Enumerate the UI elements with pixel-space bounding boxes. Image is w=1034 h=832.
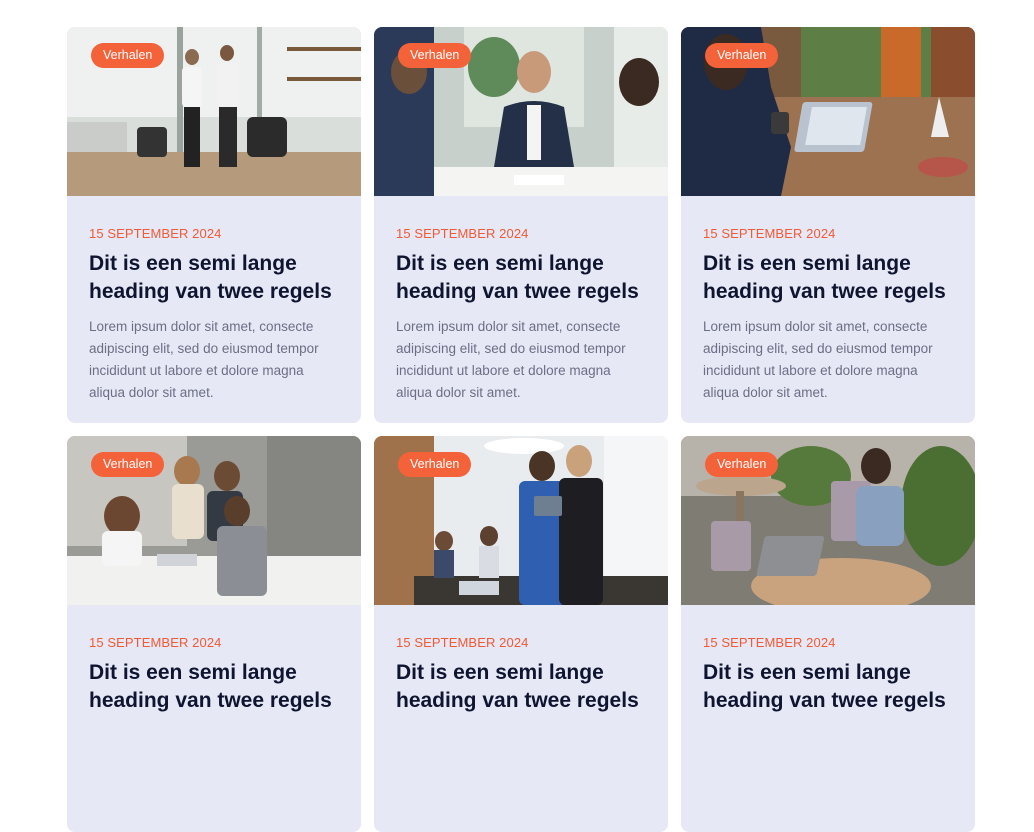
card-title[interactable]: Dit is een semi lange heading van twee r… bbox=[89, 659, 339, 715]
blog-card-grid: Verhalen 15 SEPTEMBER 2024 Dit is een se… bbox=[67, 27, 975, 832]
card-image[interactable]: Verhalen bbox=[67, 436, 361, 605]
card-title[interactable]: Dit is een semi lange heading van twee r… bbox=[396, 659, 646, 715]
category-badge[interactable]: Verhalen bbox=[91, 452, 165, 477]
blog-card[interactable]: Verhalen 15 SEPTEMBER 2024 Dit is een se… bbox=[374, 27, 668, 423]
card-title[interactable]: Dit is een semi lange heading van twee r… bbox=[396, 250, 646, 306]
category-badge[interactable]: Verhalen bbox=[705, 43, 779, 68]
category-badge[interactable]: Verhalen bbox=[398, 43, 472, 68]
card-date: 15 SEPTEMBER 2024 bbox=[89, 635, 222, 650]
card-date: 15 SEPTEMBER 2024 bbox=[703, 226, 836, 241]
blog-card[interactable]: Verhalen 15 SEPTEMBER 2024 Dit is een se… bbox=[67, 436, 361, 832]
blog-card[interactable]: Verhalen 15 SEPTEMBER 2024 Dit is een se… bbox=[374, 436, 668, 832]
blog-card[interactable]: Verhalen 15 SEPTEMBER 2024 Dit is een se… bbox=[681, 436, 975, 832]
card-image[interactable]: Verhalen bbox=[374, 27, 668, 196]
card-image[interactable]: Verhalen bbox=[67, 27, 361, 196]
card-image[interactable]: Verhalen bbox=[374, 436, 668, 605]
category-badge[interactable]: Verhalen bbox=[398, 452, 472, 477]
card-image[interactable]: Verhalen bbox=[681, 27, 975, 196]
card-title[interactable]: Dit is een semi lange heading van twee r… bbox=[703, 250, 953, 306]
card-image[interactable]: Verhalen bbox=[681, 436, 975, 605]
card-title[interactable]: Dit is een semi lange heading van twee r… bbox=[703, 659, 953, 715]
card-date: 15 SEPTEMBER 2024 bbox=[396, 635, 529, 650]
category-badge[interactable]: Verhalen bbox=[91, 43, 165, 68]
card-excerpt: Lorem ipsum dolor sit amet, consecte adi… bbox=[396, 319, 626, 400]
card-date: 15 SEPTEMBER 2024 bbox=[703, 635, 836, 650]
card-date: 15 SEPTEMBER 2024 bbox=[89, 226, 222, 241]
blog-card[interactable]: Verhalen 15 SEPTEMBER 2024 Dit is een se… bbox=[681, 27, 975, 423]
blog-card[interactable]: Verhalen 15 SEPTEMBER 2024 Dit is een se… bbox=[67, 27, 361, 423]
category-badge[interactable]: Verhalen bbox=[705, 452, 779, 477]
card-excerpt: Lorem ipsum dolor sit amet, consecte adi… bbox=[89, 319, 319, 400]
card-excerpt: Lorem ipsum dolor sit amet, consecte adi… bbox=[703, 319, 933, 400]
card-date: 15 SEPTEMBER 2024 bbox=[396, 226, 529, 241]
card-title[interactable]: Dit is een semi lange heading van twee r… bbox=[89, 250, 339, 306]
